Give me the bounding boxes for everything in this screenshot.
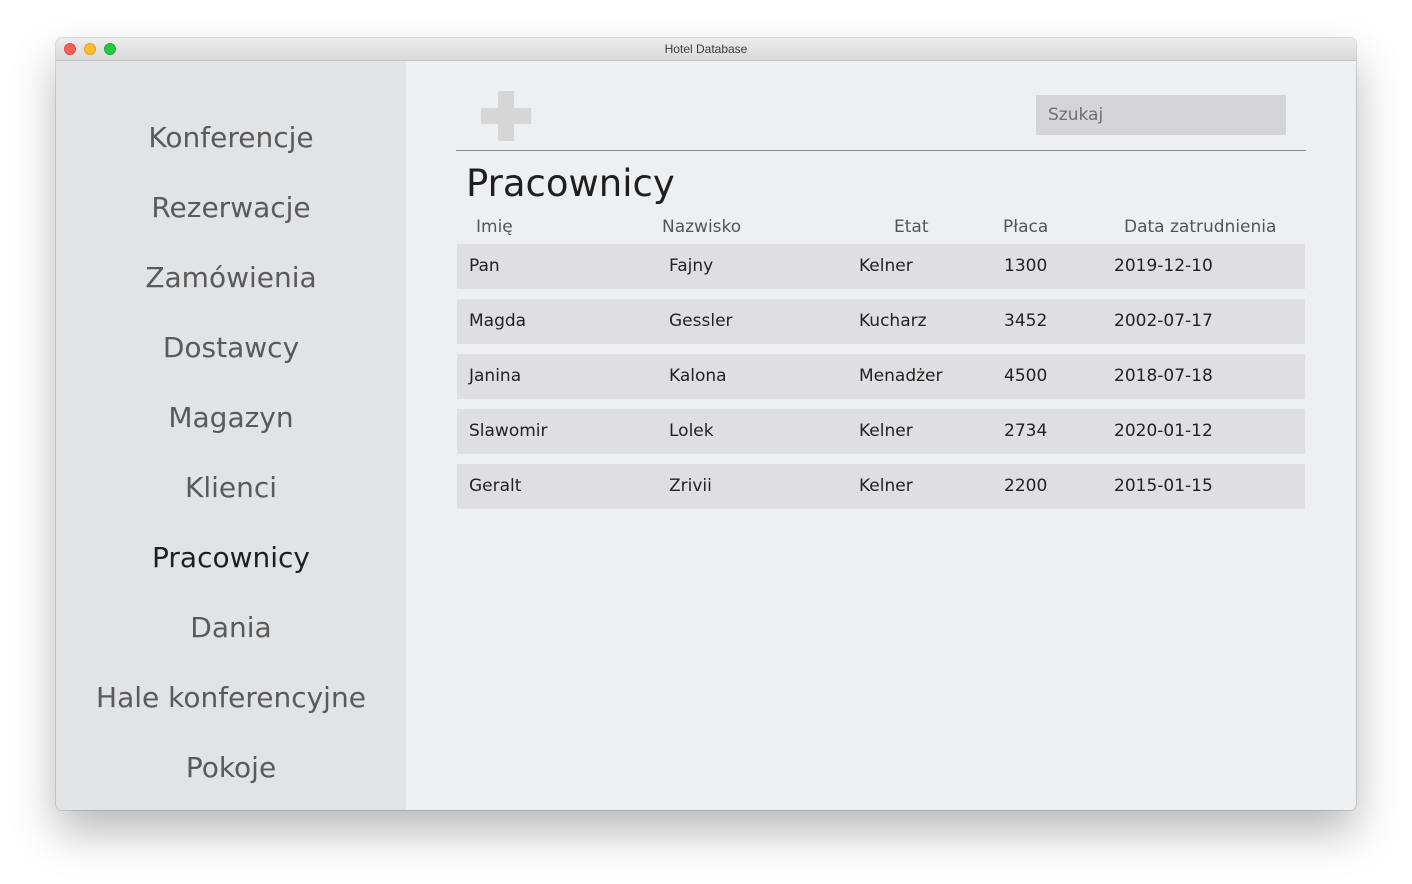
cell-nazwisko: Gessler xyxy=(669,311,733,331)
column-header-imie: Imię xyxy=(476,217,513,237)
sidebar-item-klienci[interactable]: Klienci xyxy=(56,468,406,508)
table-row[interactable]: Geralt Zrivii Kelner 2200 2015-01-15 xyxy=(457,464,1305,509)
plus-icon[interactable] xyxy=(481,91,531,141)
sidebar-item-hale-konferencyjne[interactable]: Hale konferencyjne xyxy=(56,678,406,718)
search-input[interactable] xyxy=(1036,95,1286,135)
window-title: Hotel Database xyxy=(664,42,748,56)
sidebar-item-konferencje[interactable]: Konferencje xyxy=(56,118,406,158)
cell-data-zatrudnienia: 2020-01-12 xyxy=(1114,421,1213,441)
cell-nazwisko: Lolek xyxy=(669,421,714,441)
sidebar-item-magazyn[interactable]: Magazyn xyxy=(56,398,406,438)
cell-nazwisko: Zrivii xyxy=(669,476,712,496)
cell-nazwisko: Fajny xyxy=(669,256,714,276)
sidebar-item-rezerwacje[interactable]: Rezerwacje xyxy=(56,188,406,228)
cell-imie: Janina xyxy=(469,366,522,386)
table-row[interactable]: Janina Kalona Menadżer 4500 2018-07-18 xyxy=(457,354,1305,399)
cell-imie: Magda xyxy=(469,311,527,331)
table-row[interactable]: Slawomir Lolek Kelner 2734 2020-01-12 xyxy=(457,409,1305,454)
column-header-placa: Płaca xyxy=(1003,217,1049,237)
column-header-etat: Etat xyxy=(894,217,929,237)
cell-etat: Kelner xyxy=(859,421,913,441)
cell-imie: Slawomir xyxy=(469,421,548,441)
cell-placa: 1300 xyxy=(1004,256,1048,276)
cell-etat: Kelner xyxy=(859,476,913,496)
cell-etat: Kelner xyxy=(859,256,913,276)
app-window: Hotel Database Konferencje Rezerwacje Za… xyxy=(56,38,1356,810)
page-title: Pracownicy xyxy=(466,162,675,205)
title-bar: Hotel Database xyxy=(56,38,1356,61)
table-row[interactable]: Pan Fajny Kelner 1300 2019-12-10 xyxy=(457,244,1305,289)
cell-placa: 2200 xyxy=(1004,476,1048,496)
cell-imie: Pan xyxy=(469,256,500,276)
toolbar-divider xyxy=(456,150,1306,151)
cell-data-zatrudnienia: 2002-07-17 xyxy=(1114,311,1213,331)
cell-placa: 4500 xyxy=(1004,366,1048,386)
plus-icon-horizontal-bar xyxy=(481,108,531,124)
table-row[interactable]: Magda Gessler Kucharz 3452 2002-07-17 xyxy=(457,299,1305,344)
column-header-data-zatrudnienia: Data zatrudnienia xyxy=(1124,217,1277,237)
cell-placa: 3452 xyxy=(1004,311,1048,331)
cell-nazwisko: Kalona xyxy=(669,366,727,386)
sidebar-item-pokoje[interactable]: Pokoje xyxy=(56,748,406,788)
main-content: Pracownicy Imię Nazwisko Etat Płaca Data… xyxy=(406,61,1356,810)
cell-placa: 2734 xyxy=(1004,421,1048,441)
cell-etat: Menadżer xyxy=(859,366,943,386)
sidebar-item-dania[interactable]: Dania xyxy=(56,608,406,648)
column-header-nazwisko: Nazwisko xyxy=(662,217,742,237)
cell-data-zatrudnienia: 2019-12-10 xyxy=(1114,256,1213,276)
cell-data-zatrudnienia: 2015-01-15 xyxy=(1114,476,1213,496)
sidebar: Konferencje Rezerwacje Zamówienia Dostaw… xyxy=(56,61,406,810)
cell-data-zatrudnienia: 2018-07-18 xyxy=(1114,366,1213,386)
sidebar-item-pracownicy[interactable]: Pracownicy xyxy=(56,538,406,578)
sidebar-item-dostawcy[interactable]: Dostawcy xyxy=(56,328,406,368)
cell-imie: Geralt xyxy=(469,476,522,496)
sidebar-item-zamowienia[interactable]: Zamówienia xyxy=(56,258,406,298)
cell-etat: Kucharz xyxy=(859,311,927,331)
